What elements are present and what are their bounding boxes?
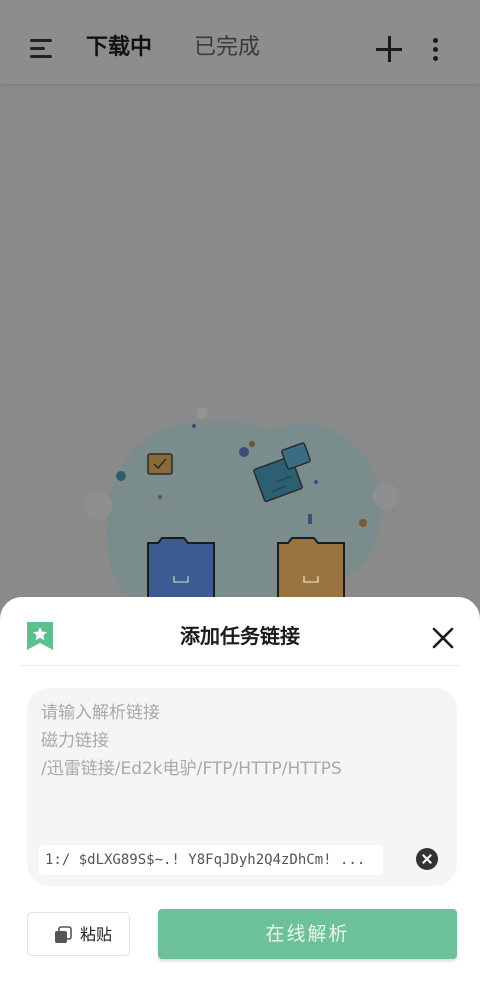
paste-label: 粘贴 (80, 925, 113, 944)
parse-online-label: 在线解析 (265, 923, 350, 945)
parse-online-button[interactable]: 在线解析 (158, 909, 457, 959)
sheet-header: 添加任务链接 (0, 597, 480, 665)
top-app-bar: 下载中 已完成 (0, 0, 480, 84)
menu-icon[interactable] (30, 38, 54, 58)
sheet-title: 添加任务链接 (180, 624, 300, 648)
add-task-icon[interactable] (376, 36, 402, 62)
empty-state-illustration (84, 407, 399, 600)
header-divider (18, 665, 462, 666)
tab-completed[interactable]: 已完成 (194, 33, 260, 63)
link-input[interactable]: 请输入解析链接 磁力链接 /迅雷链接/Ed2k电驴/FTP/HTTP/HTTPS… (27, 688, 457, 886)
tab-downloading[interactable]: 下载中 (86, 33, 152, 63)
add-task-sheet: 添加任务链接 请输入解析链接 磁力链接 /迅雷链接/Ed2k电驴/FTP/HTT… (0, 597, 480, 985)
copy-icon (55, 926, 72, 943)
close-icon[interactable] (432, 627, 454, 649)
paste-button[interactable]: 粘贴 (27, 912, 130, 956)
input-placeholder-line: 请输入解析链接 (41, 703, 160, 723)
clear-icon[interactable] (416, 848, 438, 870)
input-placeholder-line: /迅雷链接/Ed2k电驴/FTP/HTTP/HTTPS (41, 759, 342, 779)
input-placeholder-line: 磁力链接 (41, 731, 109, 751)
clipboard-suggestion-chip[interactable]: 1:/ $dLXG89S$~.! Y8FqJDyh2Q4zDhCm! ... (39, 845, 383, 875)
more-options-icon[interactable] (432, 38, 440, 62)
